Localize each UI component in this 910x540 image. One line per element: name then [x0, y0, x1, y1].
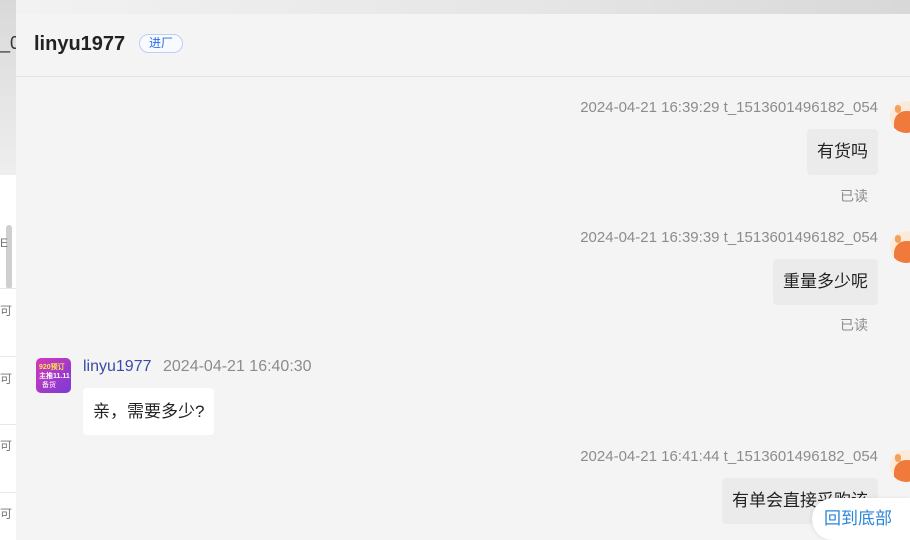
sender-name[interactable]: linyu1977: [83, 358, 152, 376]
avatar-figure-icon: [894, 460, 910, 482]
user-avatar[interactable]: [890, 231, 910, 263]
background-text-fragment: 可: [0, 372, 13, 386]
user-avatar[interactable]: [890, 450, 910, 482]
read-status: 已读: [840, 188, 868, 204]
background-text-fragment: 可: [0, 304, 13, 318]
divider: [0, 492, 16, 493]
background-header-shade: [0, 0, 16, 175]
message-meta: 2024-04-21 16:39:39 t_1513601496182_054: [580, 229, 878, 246]
avatar-text: 备货: [42, 382, 56, 389]
user-avatar[interactable]: [890, 101, 910, 133]
message-bubble[interactable]: 重量多少呢: [773, 259, 878, 305]
back-to-bottom-button[interactable]: 回到底部: [812, 498, 910, 540]
background-text-fragment: E: [0, 236, 9, 250]
chat-contact-name: linyu1977: [34, 33, 126, 55]
background-window-panel: _0 E 可 可 可 可: [0, 0, 20, 540]
divider: [0, 288, 16, 289]
message-meta: 2024-04-21 16:39:29 t_1513601496182_054: [580, 99, 878, 116]
background-text-fragment: 可: [0, 507, 13, 521]
divider: [0, 356, 16, 357]
contact-avatar[interactable]: 920预订 主推11.11 备货: [36, 358, 71, 393]
read-status: 已读: [840, 317, 868, 333]
divider: [0, 424, 16, 425]
chat-header: linyu1977 进厂: [16, 14, 910, 77]
background-scrollbar[interactable]: [6, 225, 12, 289]
message-bubble[interactable]: 亲，需要多少?: [83, 388, 215, 435]
contact-tag-badge[interactable]: 进厂: [139, 34, 184, 53]
background-text-fragment: 可: [0, 439, 13, 453]
message-meta: 2024-04-21 16:41:44 t_1513601496182_054: [580, 448, 878, 465]
avatar-figure-icon: [894, 241, 910, 263]
message-time: 2024-04-21 16:40:30: [163, 358, 312, 375]
window-top-strip: [16, 0, 910, 14]
avatar-figure-icon: [894, 111, 910, 133]
message-bubble[interactable]: 有货吗: [807, 129, 878, 175]
chat-window: linyu1977 进厂 2024-04-21 16:39:29 t_15136…: [16, 14, 910, 540]
